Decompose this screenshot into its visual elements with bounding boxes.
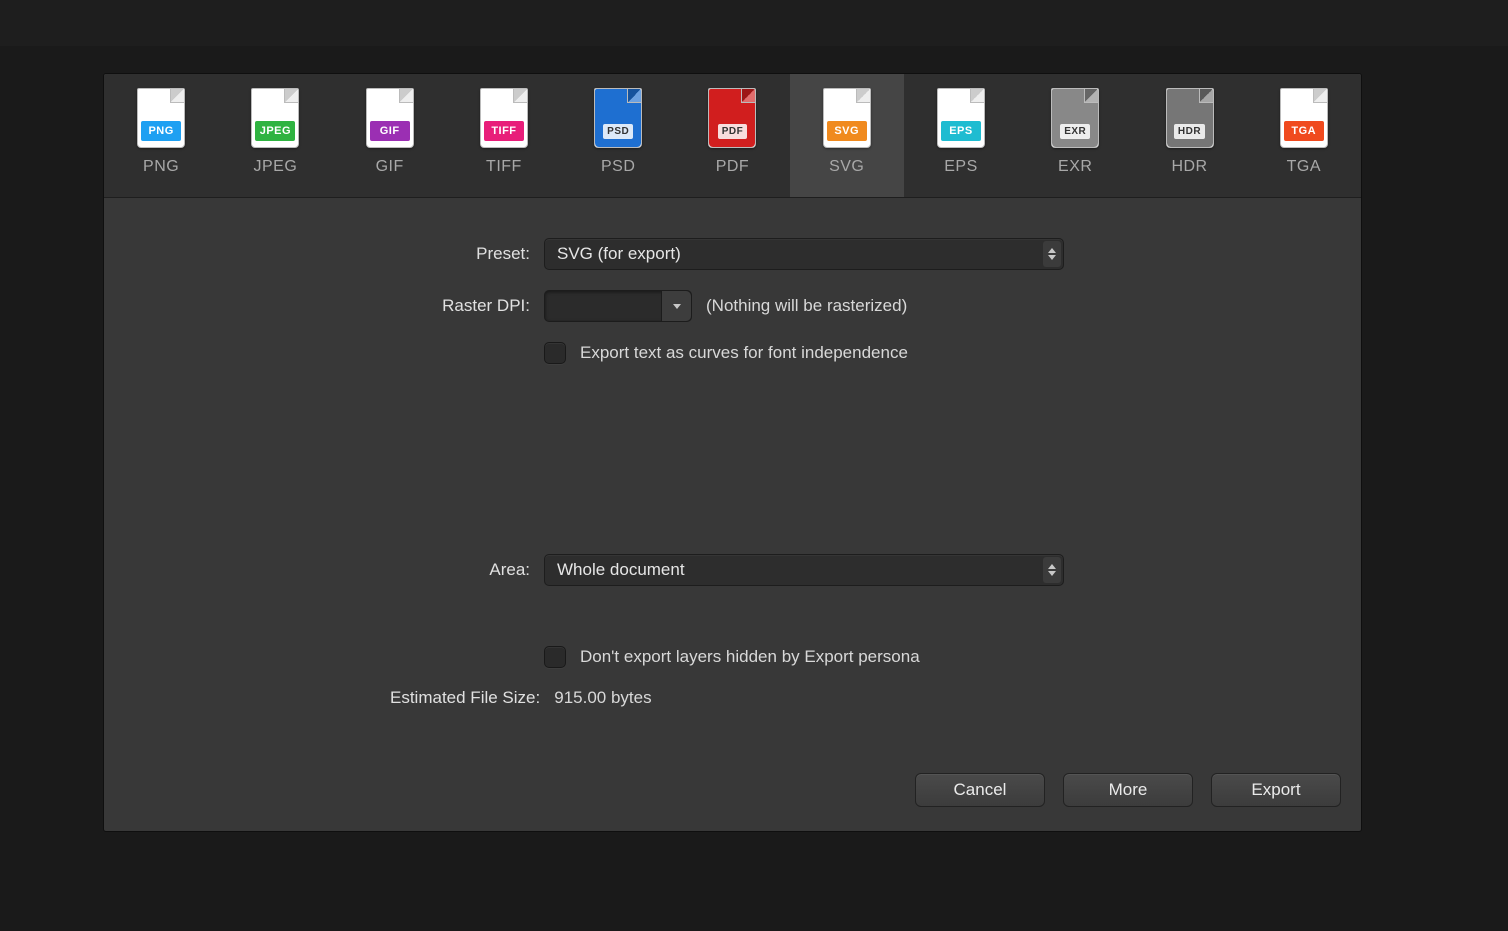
format-tab-pdf[interactable]: PDF PDF — [675, 74, 789, 197]
hide-layers-label: Don't export layers hidden by Export per… — [580, 647, 920, 667]
rasterdpi-label: Raster DPI: — [144, 296, 544, 316]
preset-label: Preset: — [144, 244, 544, 264]
file-pdf-icon: PDF — [708, 88, 756, 148]
filesize-value: 915.00 bytes — [554, 688, 651, 708]
dialog-button-row: Cancel More Export — [915, 773, 1341, 807]
dropdown-stepper-icon — [1043, 557, 1061, 583]
format-tab-label: TGA — [1287, 158, 1321, 176]
file-exr-icon: EXR — [1051, 88, 1099, 148]
format-tab-bar: PNGPNGJPEGJPEGGIFGIFTIFFTIFFPSDPSDPDFPDF… — [104, 74, 1361, 198]
file-tga-icon: TGA — [1280, 88, 1328, 148]
format-tab-hdr[interactable]: HDR HDR — [1132, 74, 1246, 197]
format-tab-label: SVG — [829, 158, 864, 176]
format-tab-label: EPS — [944, 158, 978, 176]
format-tab-label: EXR — [1058, 158, 1092, 176]
format-tab-label: PNG — [143, 158, 179, 176]
format-tab-psd[interactable]: PSD PSD — [561, 74, 675, 197]
app-background-upper — [0, 0, 1508, 46]
preset-dropdown[interactable]: SVG (for export) — [544, 238, 1064, 270]
file-svg-icon: SVG — [823, 88, 871, 148]
export-text-as-curves-checkbox[interactable] — [544, 342, 566, 364]
format-tab-tiff[interactable]: TIFF TIFF — [447, 74, 561, 197]
more-button[interactable]: More — [1063, 773, 1193, 807]
cancel-button[interactable]: Cancel — [915, 773, 1045, 807]
hide-layers-checkbox[interactable] — [544, 646, 566, 668]
file-eps-icon: EPS — [937, 88, 985, 148]
format-tab-tga[interactable]: TGA TGA — [1247, 74, 1361, 197]
file-png-icon: PNG — [137, 88, 185, 148]
format-tab-jpeg[interactable]: JPEG JPEG — [218, 74, 332, 197]
format-tab-label: HDR — [1171, 158, 1207, 176]
format-tab-exr[interactable]: EXR EXR — [1018, 74, 1132, 197]
file-psd-icon: PSD — [594, 88, 642, 148]
file-gif-icon: GIF — [366, 88, 414, 148]
file-tiff-icon: TIFF — [480, 88, 528, 148]
format-tab-label: PSD — [601, 158, 635, 176]
format-tab-eps[interactable]: EPS EPS — [904, 74, 1018, 197]
format-tab-label: TIFF — [486, 158, 522, 176]
format-tab-label: PDF — [716, 158, 750, 176]
preset-value: SVG (for export) — [557, 244, 681, 264]
area-label: Area: — [144, 560, 544, 580]
export-text-as-curves-label: Export text as curves for font independe… — [580, 343, 908, 363]
format-tab-label: GIF — [376, 158, 404, 176]
export-options-body: Preset: SVG (for export) Raster DPI: ( — [104, 198, 1361, 708]
file-hdr-icon: HDR — [1166, 88, 1214, 148]
area-dropdown[interactable]: Whole document — [544, 554, 1064, 586]
filesize-label: Estimated File Size: — [240, 688, 554, 708]
area-value: Whole document — [557, 560, 685, 580]
export-button[interactable]: Export — [1211, 773, 1341, 807]
rasterdpi-input[interactable] — [544, 290, 692, 322]
format-tab-png[interactable]: PNG PNG — [104, 74, 218, 197]
format-tab-gif[interactable]: GIF GIF — [333, 74, 447, 197]
dropdown-stepper-icon — [1043, 241, 1061, 267]
file-jpeg-icon: JPEG — [251, 88, 299, 148]
format-tab-label: JPEG — [254, 158, 298, 176]
dropdown-arrow-icon — [661, 291, 691, 321]
format-tab-svg[interactable]: SVG SVG — [790, 74, 904, 197]
export-dialog: PNGPNGJPEGJPEGGIFGIFTIFFTIFFPSDPSDPDFPDF… — [104, 74, 1361, 831]
rasterdpi-hint: (Nothing will be rasterized) — [706, 296, 907, 316]
